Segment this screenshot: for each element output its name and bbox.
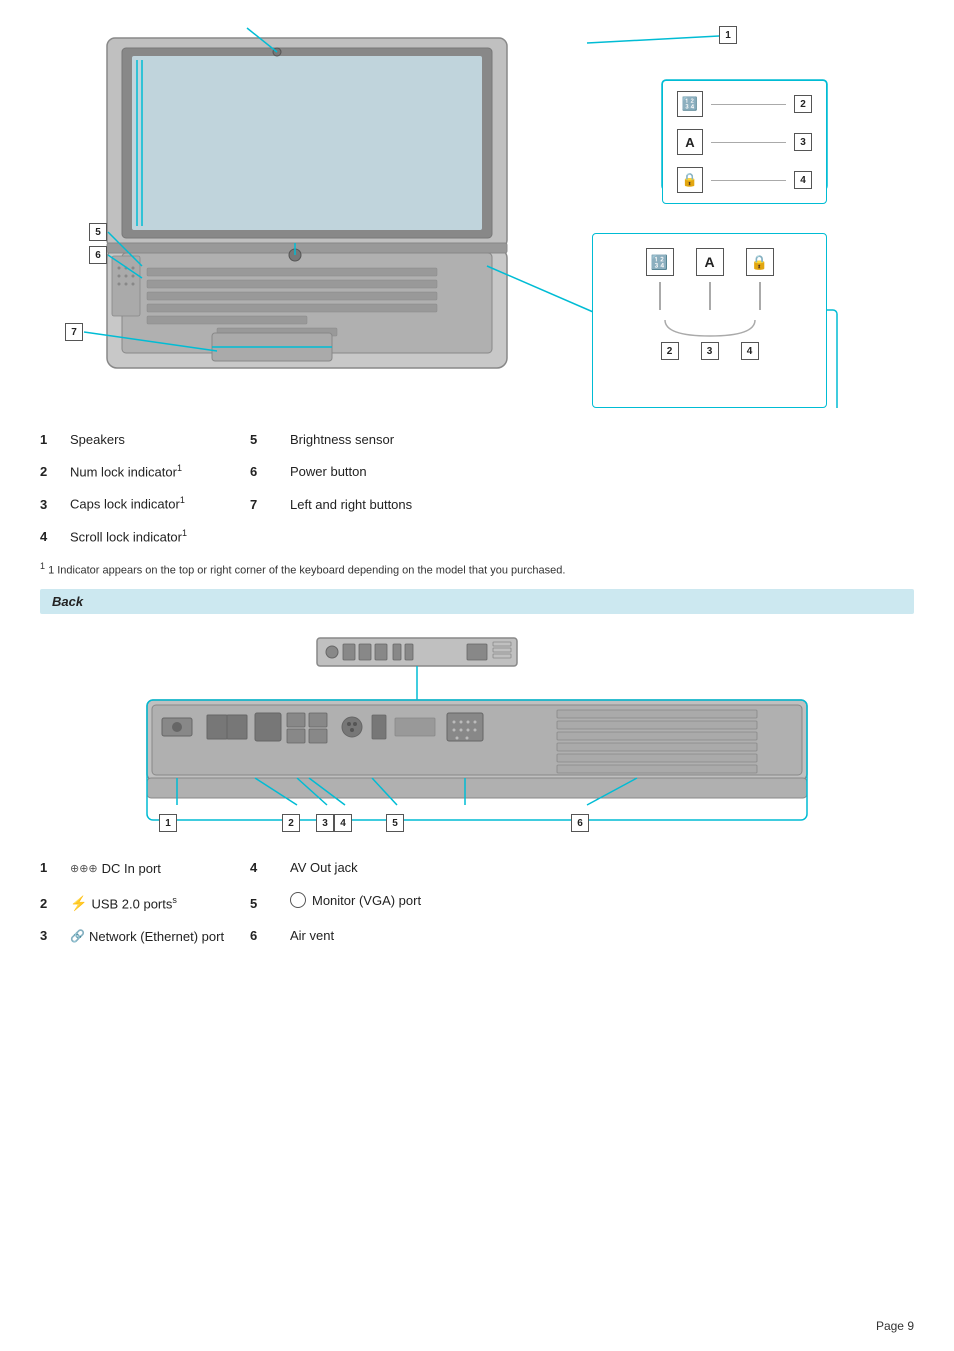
badge-6: 6 bbox=[89, 246, 107, 264]
back-legend-airvent: Air vent bbox=[290, 928, 334, 943]
back-badge-5: 5 bbox=[386, 814, 404, 832]
bottom-indicator-diagram: 🔢 A 🔒 bbox=[592, 233, 827, 408]
back-diagram-svg bbox=[97, 630, 857, 840]
back-legend-num2-6: 6 bbox=[250, 928, 290, 943]
badge-3-bottom: 3 bbox=[701, 342, 719, 360]
legend-row-2: 2 Num lock indicator1 6 Power button bbox=[40, 463, 914, 479]
scroll-lock-icon-bottom: 🔒 bbox=[746, 248, 774, 276]
legend-num-3: 3 bbox=[40, 497, 70, 512]
back-legend-dc: ⊕⊕⊕ DC In port bbox=[70, 861, 250, 876]
legend-label-speakers: Speakers bbox=[70, 432, 250, 447]
back-diagram: 1 2 3 4 5 6 bbox=[40, 630, 914, 840]
back-legend-eth: 🔗 Network (Ethernet) port bbox=[70, 929, 250, 944]
badge-7: 7 bbox=[65, 323, 83, 341]
caps-lock-icon-bottom: A bbox=[696, 248, 724, 276]
legend-label-scrolllock: Scroll lock indicator1 bbox=[70, 528, 250, 544]
back-legend-usb: ⚡ USB 2.0 portss bbox=[70, 895, 250, 912]
num-lock-icon: 🔢 bbox=[677, 91, 703, 117]
badge-5: 5 bbox=[89, 223, 107, 241]
badge-3-callout: 3 bbox=[794, 133, 812, 151]
back-legend-row-3: 3 🔗 Network (Ethernet) port 6 Air vent bbox=[40, 928, 914, 944]
bracket-svg bbox=[660, 318, 760, 338]
back-legend-num2-4: 4 bbox=[250, 860, 290, 875]
legend-row-3: 3 Caps lock indicator1 7 Left and right … bbox=[40, 495, 914, 511]
connector-line-2 bbox=[709, 282, 711, 310]
legend-num-2: 2 bbox=[40, 464, 70, 479]
back-legend-num2-5: 5 bbox=[250, 896, 290, 911]
back-legend-num-1: 1 bbox=[40, 860, 70, 875]
caps-lock-icon: A bbox=[677, 129, 703, 155]
back-legend-num-2: 2 bbox=[40, 896, 70, 911]
legend-num-1: 1 bbox=[40, 432, 70, 447]
legend-label-capslock: Caps lock indicator1 bbox=[70, 495, 250, 511]
legend-num-4: 4 bbox=[40, 529, 70, 544]
scroll-lock-icon: 🔒 bbox=[677, 167, 703, 193]
back-legend: 1 ⊕⊕⊕ DC In port 4 AV Out jack 2 ⚡ USB 2… bbox=[40, 860, 914, 944]
legend-num2-6: 6 bbox=[250, 464, 290, 479]
badge-2-bottom: 2 bbox=[661, 342, 679, 360]
back-badge-6: 6 bbox=[571, 814, 589, 832]
laptop-diagram-svg bbox=[47, 18, 607, 398]
back-badge-2: 2 bbox=[282, 814, 300, 832]
legend-num2-7: 7 bbox=[250, 497, 290, 512]
connector-line-1 bbox=[659, 282, 661, 310]
back-badge-4: 4 bbox=[334, 814, 352, 832]
legend-row-4: 4 Scroll lock indicator1 bbox=[40, 528, 914, 544]
page-number: Page 9 bbox=[876, 1319, 914, 1333]
indicator-callout: 🔢 2 A 3 🔒 4 bbox=[662, 80, 827, 204]
legend-label-numlock: Num lock indicator1 bbox=[70, 463, 250, 479]
back-badge-3: 3 bbox=[316, 814, 334, 832]
badge-2-callout: 2 bbox=[794, 95, 812, 113]
badge-1-top: 1 bbox=[719, 26, 737, 44]
back-legend-num-3: 3 bbox=[40, 928, 70, 943]
back-legend-row-2: 2 ⚡ USB 2.0 portss 5 Monitor (VGA) port bbox=[40, 892, 914, 912]
badge-4-bottom: 4 bbox=[741, 342, 759, 360]
top-footnote: 1 1 Indicator appears on the top or righ… bbox=[40, 560, 914, 579]
back-legend-av: AV Out jack bbox=[290, 860, 358, 875]
back-legend-vga: Monitor (VGA) port bbox=[290, 892, 421, 908]
legend-num2-5: 5 bbox=[250, 432, 290, 447]
legend-label-power: Power button bbox=[290, 464, 367, 479]
back-section-header: Back bbox=[40, 589, 914, 614]
badge-4-callout: 4 bbox=[794, 171, 812, 189]
back-badge-1: 1 bbox=[159, 814, 177, 832]
back-legend-row-1: 1 ⊕⊕⊕ DC In port 4 AV Out jack bbox=[40, 860, 914, 876]
num-lock-icon-bottom: 🔢 bbox=[646, 248, 674, 276]
legend-label-brightness: Brightness sensor bbox=[290, 432, 394, 447]
top-diagram: 1 5 6 7 bbox=[40, 18, 914, 408]
connector-line-3 bbox=[759, 282, 761, 310]
top-legend: 1 Speakers 5 Brightness sensor 2 Num loc… bbox=[40, 432, 914, 544]
legend-row-1: 1 Speakers 5 Brightness sensor bbox=[40, 432, 914, 447]
legend-label-leftright: Left and right buttons bbox=[290, 497, 412, 512]
